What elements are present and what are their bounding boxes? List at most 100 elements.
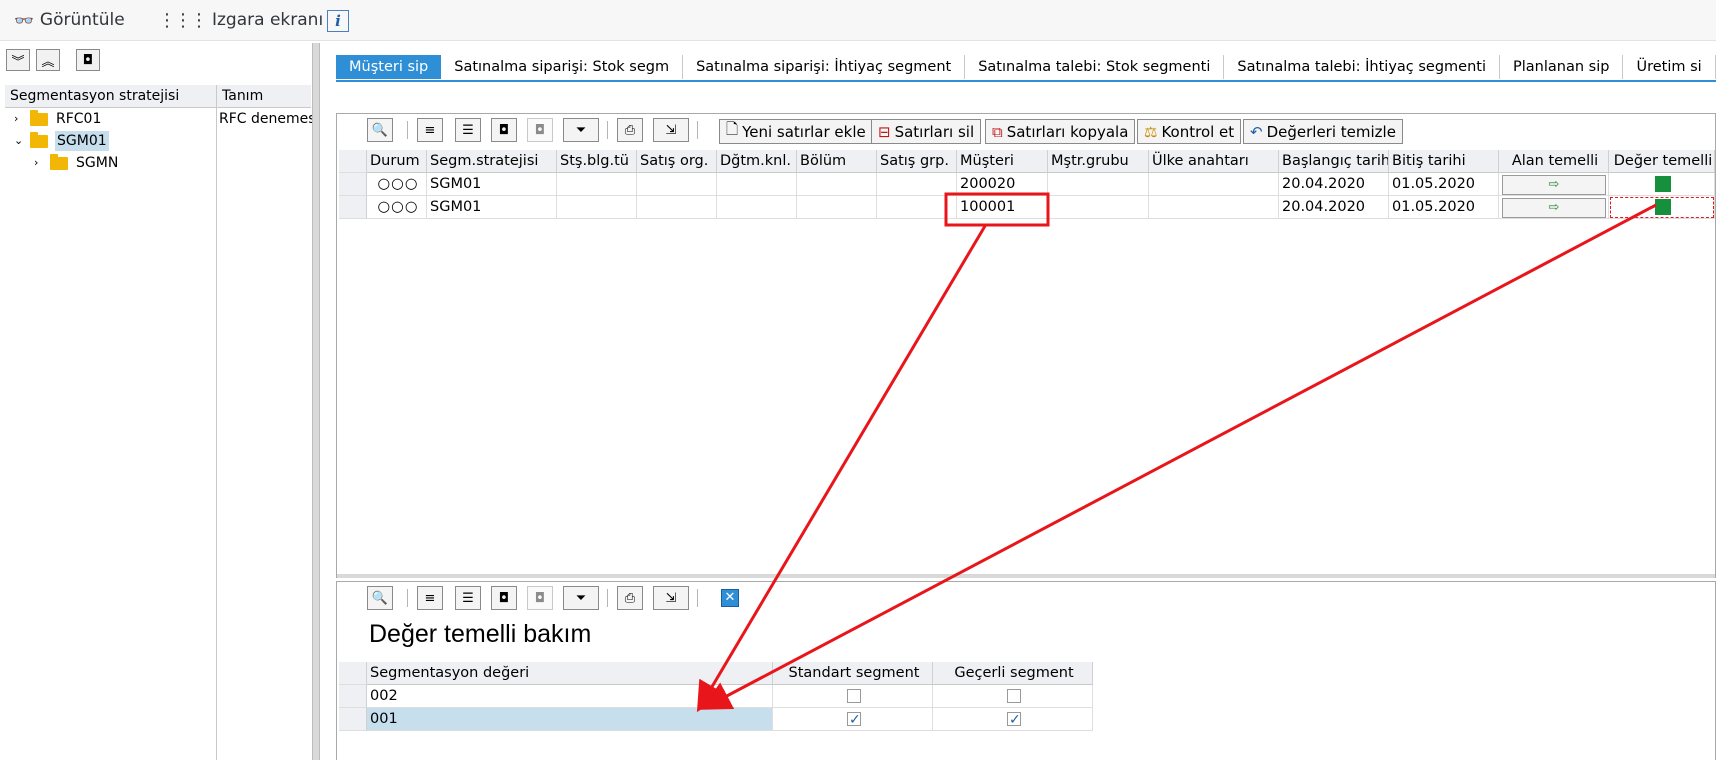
cell-strategy[interactable]: SGM01 <box>427 196 557 219</box>
tree-node-description: RFC denemes <box>219 111 316 127</box>
cell-value-based[interactable] <box>1609 173 1715 196</box>
collapse-all-button[interactable]: ︽ <box>36 49 60 71</box>
valid-segment-checkbox[interactable] <box>1007 689 1021 703</box>
row-selector[interactable] <box>339 685 367 708</box>
col-sales-group[interactable]: Satış grp. <box>877 150 957 173</box>
cell-empty[interactable] <box>877 196 957 219</box>
open-folder-icon <box>30 131 48 148</box>
sort-asc-button[interactable]: ≡ <box>417 118 443 142</box>
details-button[interactable]: 🔍 <box>367 586 393 610</box>
cell-end-date[interactable]: 01.05.2020 <box>1389 196 1499 219</box>
cell-segment-value[interactable]: 001 <box>367 708 773 731</box>
close-icon[interactable]: ✕ <box>721 589 739 607</box>
standard-segment-checkbox[interactable] <box>847 709 861 730</box>
col-field-based[interactable]: Alan temelli <box>1499 150 1609 173</box>
col-strategy[interactable]: Segm.stratejisi <box>427 150 557 173</box>
pane-splitter[interactable] <box>312 43 320 760</box>
cell-value-based[interactable] <box>1609 196 1715 219</box>
find-button[interactable]: ◘ <box>491 118 517 142</box>
export-button[interactable]: ⇲ <box>653 586 689 610</box>
cell-strategy[interactable]: SGM01 <box>427 173 557 196</box>
display-button[interactable]: 👓 Görüntüle <box>14 8 125 32</box>
cell-empty[interactable] <box>1149 173 1279 196</box>
find-next-button[interactable]: ◘ <box>527 586 553 610</box>
expand-all-button[interactable]: ︾ <box>6 49 30 71</box>
tree-node-rfc01[interactable]: › RFC01 <box>14 109 101 129</box>
cell-empty[interactable] <box>1048 196 1149 219</box>
cell-empty[interactable] <box>877 173 957 196</box>
col-sales-org[interactable]: Satış org. <box>637 150 717 173</box>
cell-customer[interactable]: 200020 <box>957 173 1048 196</box>
valid-segment-checkbox[interactable] <box>1007 709 1021 730</box>
print-button[interactable]: ⎙ <box>617 118 643 142</box>
tab-purchase-req-demand[interactable]: Satınalma talebi: İhtiyaç segmenti <box>1224 55 1501 79</box>
cell-empty[interactable] <box>637 173 717 196</box>
cell-empty[interactable] <box>637 196 717 219</box>
cell-empty[interactable] <box>557 173 637 196</box>
tree-node-sgm01[interactable]: ⌄ SGM01 <box>14 131 109 151</box>
tab-purchase-req-stock[interactable]: Satınalma talebi: Stok segmenti <box>965 55 1225 79</box>
col-division[interactable]: Bölüm <box>797 150 877 173</box>
cell-segment-value[interactable]: 002 <box>367 685 773 708</box>
col-end-date[interactable]: Bitiş tarihi <box>1389 150 1499 173</box>
add-rows-button[interactable]: 🗋 Yeni satırlar ekle <box>719 119 873 144</box>
cell-end-date[interactable]: 01.05.2020 <box>1389 173 1499 196</box>
info-button[interactable]: i <box>327 10 349 32</box>
find-next-button[interactable]: ◘ <box>527 118 553 142</box>
cell-empty[interactable] <box>717 173 797 196</box>
value-based-green-icon[interactable] <box>1655 199 1671 215</box>
col-start-date[interactable]: Başlangıç tarihi <box>1279 150 1389 173</box>
col-standard-segment[interactable]: Standart segment <box>773 662 933 685</box>
cell-start-date[interactable]: 20.04.2020 <box>1279 173 1389 196</box>
filter-button[interactable]: ⏷ <box>563 586 599 610</box>
delete-rows-button[interactable]: ⊟ Satırları sil <box>871 119 982 144</box>
select-all-icon[interactable] <box>339 662 367 685</box>
sort-asc-button[interactable]: ≡ <box>417 586 443 610</box>
row-selector[interactable] <box>339 173 367 196</box>
col-status[interactable]: Durum <box>367 150 427 173</box>
cell-start-date[interactable]: 20.04.2020 <box>1279 196 1389 219</box>
tab-customer-order[interactable]: Müşteri sip <box>336 55 442 79</box>
col-country-key[interactable]: Ülke anahtarı <box>1149 150 1279 173</box>
standard-segment-checkbox[interactable] <box>847 689 861 703</box>
tree-node-sgmn[interactable]: › SGMN <box>34 153 118 173</box>
grid-resize-handle[interactable] <box>337 574 1715 578</box>
cell-empty[interactable] <box>557 196 637 219</box>
cell-empty[interactable] <box>797 173 877 196</box>
grid-view-button[interactable]: ⋮⋮⋮ Izgara ekranı <box>158 8 323 32</box>
sort-desc-button[interactable]: ☰ <box>455 586 481 610</box>
col-valid-segment[interactable]: Geçerli segment <box>933 662 1093 685</box>
tab-production-order[interactable]: Üretim si <box>1623 55 1716 79</box>
copy-rows-button[interactable]: ⧉ Satırları kopyala <box>985 119 1136 144</box>
tab-purchase-order-stock[interactable]: Satınalma siparişi: Stok segm <box>441 55 684 79</box>
check-button[interactable]: ⚖ Kontrol et <box>1137 119 1242 144</box>
col-distribution-channel[interactable]: Dğtm.knl. <box>717 150 797 173</box>
row-selector[interactable] <box>339 196 367 219</box>
cell-empty[interactable] <box>1048 173 1149 196</box>
details-button[interactable]: 🔍 <box>367 118 393 142</box>
export-button[interactable]: ⇲ <box>653 118 689 142</box>
col-customer-group[interactable]: Mştr.grubu <box>1048 150 1149 173</box>
magnifier-icon: 🔍 <box>371 122 389 138</box>
value-based-green-icon[interactable] <box>1655 176 1671 192</box>
col-segment-value[interactable]: Segmentasyon değeri <box>367 662 773 685</box>
col-customer[interactable]: Müşteri <box>957 150 1048 173</box>
find-button[interactable]: ◘ <box>76 49 100 71</box>
col-value-based[interactable]: Değer temelli <box>1609 150 1715 173</box>
col-sales-doc-type[interactable]: Stş.blg.tü <box>557 150 637 173</box>
cell-empty[interactable] <box>797 196 877 219</box>
cell-empty[interactable] <box>717 196 797 219</box>
clear-values-button[interactable]: ↶ Değerleri temizle <box>1243 119 1403 144</box>
field-based-button[interactable]: ⇨ <box>1502 175 1606 195</box>
cell-empty[interactable] <box>1149 196 1279 219</box>
find-button[interactable]: ◘ <box>491 586 517 610</box>
field-based-button[interactable]: ⇨ <box>1502 198 1606 218</box>
row-selector[interactable] <box>339 708 367 731</box>
select-all-icon[interactable] <box>339 150 367 173</box>
print-button[interactable]: ⎙ <box>617 586 643 610</box>
tab-purchase-order-demand[interactable]: Satınalma siparişi: İhtiyaç segment <box>683 55 966 79</box>
tab-planned-order[interactable]: Planlanan sip <box>1500 55 1624 79</box>
sort-desc-button[interactable]: ☰ <box>455 118 481 142</box>
filter-button[interactable]: ⏷ <box>563 118 599 142</box>
cell-customer[interactable]: 100001 <box>957 196 1048 219</box>
